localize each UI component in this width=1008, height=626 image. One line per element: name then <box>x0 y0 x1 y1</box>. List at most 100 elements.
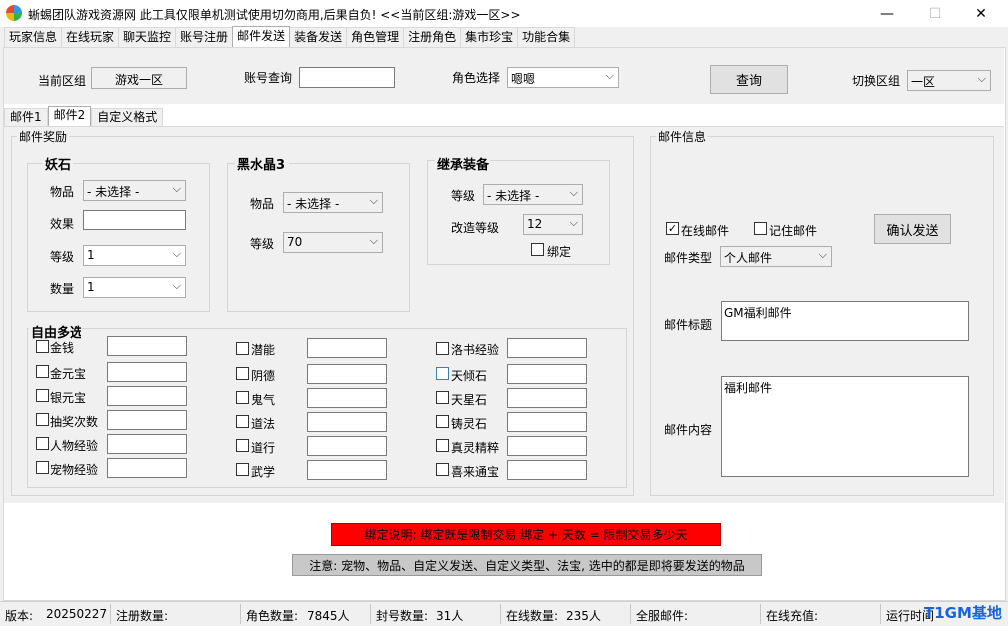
tab-role-manage[interactable]: 角色管理 <box>346 27 405 47</box>
chevron-down-icon: ⌵ <box>569 216 578 229</box>
role-select-value: 嗯嗯 <box>511 72 536 86</box>
yinde-checkbox[interactable] <box>236 367 249 380</box>
lottery-input[interactable] <box>107 410 187 430</box>
subtab-mail1[interactable]: 邮件1 <box>4 108 48 126</box>
yaoshi-effect-input[interactable] <box>83 210 186 230</box>
chevron-down-icon: ⌵ <box>369 194 378 207</box>
heishui-level-select[interactable]: 70 ⌵ <box>283 232 383 253</box>
daoxing-input[interactable] <box>307 436 387 456</box>
xilai-label: 喜来通宝 <box>451 465 500 479</box>
daofa-label: 道法 <box>251 417 276 431</box>
online-count-label: 在线数量: <box>506 609 559 623</box>
char-exp-input[interactable] <box>107 434 187 454</box>
bind-label: 绑定 <box>547 245 572 259</box>
app-logo-icon <box>6 5 22 21</box>
query-button[interactable]: 查询 <box>710 65 788 94</box>
chevron-down-icon: ⌵ <box>172 247 181 260</box>
status-divider <box>370 604 371 624</box>
account-label: 账号查询 <box>244 71 293 85</box>
yaoshi-level-select[interactable]: 1 ⌵ <box>83 245 186 266</box>
wuxue-input[interactable] <box>307 460 387 480</box>
pet-exp-input[interactable] <box>107 458 187 478</box>
heishui-item-select[interactable]: - 未选择 - ⌵ <box>283 192 383 213</box>
luoshu-exp-input[interactable] <box>507 338 587 358</box>
chevron-down-icon: ⌵ <box>172 279 181 292</box>
mail-type-select[interactable]: 个人邮件 ⌵ <box>720 246 832 267</box>
daofa-checkbox[interactable] <box>236 415 249 428</box>
close-button[interactable]: ✕ <box>958 0 1004 27</box>
online-mail-label: 在线邮件 <box>681 224 730 238</box>
char-exp-checkbox[interactable] <box>36 437 49 450</box>
guiqi-input[interactable] <box>307 388 387 408</box>
yaoshi-level-label: 等级 <box>50 250 75 264</box>
status-divider <box>500 604 501 624</box>
zhuling-stone-checkbox[interactable] <box>436 415 449 428</box>
confirm-send-button[interactable]: 确认发送 <box>874 214 951 244</box>
gold-label: 金钱 <box>50 341 75 355</box>
account-search-input[interactable] <box>299 67 395 88</box>
mail-subtabs: 邮件1 邮件2 自定义格式 <box>4 106 164 126</box>
char-exp-label: 人物经验 <box>50 439 99 453</box>
tab-chat-monitor[interactable]: 聊天监控 <box>118 27 177 47</box>
remember-mail-checkbox[interactable] <box>754 222 767 235</box>
yaoshi-count-select[interactable]: 1 ⌵ <box>83 277 186 298</box>
reg-count-label: 注册数量: <box>116 609 169 623</box>
silver-ingot-checkbox[interactable] <box>36 389 49 402</box>
yaoshi-item-select[interactable]: - 未选择 - ⌵ <box>83 180 186 201</box>
zhenling-checkbox[interactable] <box>436 439 449 452</box>
tianqing-stone-input[interactable] <box>507 364 587 384</box>
daofa-input[interactable] <box>307 412 387 432</box>
mail-content-input[interactable]: 福利邮件 <box>721 376 969 477</box>
maximize-button[interactable]: ☐ <box>912 0 958 27</box>
chevron-down-icon: ⌵ <box>818 248 827 261</box>
tab-market-treasure[interactable]: 集市珍宝 <box>460 27 519 47</box>
mail-subject-input[interactable]: GM福利邮件 <box>721 301 969 341</box>
bind-checkbox[interactable] <box>531 243 544 256</box>
gold-checkbox[interactable] <box>36 340 49 353</box>
gold-ingot-checkbox[interactable] <box>36 365 49 378</box>
wuxue-checkbox[interactable] <box>236 463 249 476</box>
role-select[interactable]: 嗯嗯 ⌵ <box>507 67 619 88</box>
tianxing-stone-input[interactable] <box>507 388 587 408</box>
zhuling-stone-input[interactable] <box>507 412 587 432</box>
tab-equip-send[interactable]: 装备发送 <box>289 27 348 47</box>
jicheng-level-select[interactable]: - 未选择 - ⌵ <box>483 184 583 205</box>
subtab-custom-format[interactable]: 自定义格式 <box>91 108 164 126</box>
tab-role-register[interactable]: 注册角色 <box>403 27 462 47</box>
tab-online-players[interactable]: 在线玩家 <box>61 27 120 47</box>
zhenling-input[interactable] <box>507 436 587 456</box>
tab-feature-collection[interactable]: 功能合集 <box>517 27 576 47</box>
yinde-input[interactable] <box>307 364 387 384</box>
zone-field: 游戏一区 <box>91 67 187 89</box>
zone-label: 当前区组 <box>38 74 87 88</box>
xilai-input[interactable] <box>507 460 587 480</box>
tab-account-register[interactable]: 账号注册 <box>175 27 234 47</box>
pet-exp-checkbox[interactable] <box>36 461 49 474</box>
luoshu-exp-checkbox[interactable] <box>436 342 449 355</box>
gold-input[interactable] <box>107 336 187 356</box>
potential-input[interactable] <box>307 338 387 358</box>
xilai-checkbox[interactable] <box>436 463 449 476</box>
tianqing-stone-checkbox[interactable] <box>436 367 449 380</box>
tab-player-info[interactable]: 玩家信息 <box>4 27 63 47</box>
daoxing-checkbox[interactable] <box>236 439 249 452</box>
tab-mail-send[interactable]: 邮件发送 <box>232 26 291 47</box>
potential-checkbox[interactable] <box>236 342 249 355</box>
heishui-item-value: - 未选择 - <box>287 197 340 211</box>
hint-note-bar: 注意: 宠物、物品、自定义发送、自定义类型、法宝, 选中的都是即将要发送的物品 <box>292 554 762 576</box>
switch-zone-select[interactable]: 一区 ⌵ <box>907 70 991 91</box>
online-mail-checkbox[interactable]: ✓ <box>666 222 679 235</box>
luoshu-exp-label: 洛书经验 <box>451 343 500 357</box>
tianxing-stone-checkbox[interactable] <box>436 391 449 404</box>
zhenling-label: 真灵精粹 <box>451 441 500 455</box>
yaoshi-count-value: 1 <box>87 280 95 294</box>
gold-ingot-input[interactable] <box>107 362 187 382</box>
silver-ingot-input[interactable] <box>107 386 187 406</box>
lottery-checkbox[interactable] <box>36 413 49 426</box>
yaoshi-item-value: - 未选择 - <box>87 185 140 199</box>
minimize-button[interactable]: — <box>864 0 910 27</box>
jicheng-refine-select[interactable]: 12 ⌵ <box>523 214 583 235</box>
role-count-label: 角色数量: <box>246 609 299 623</box>
subtab-mail2[interactable]: 邮件2 <box>47 106 92 126</box>
guiqi-checkbox[interactable] <box>236 391 249 404</box>
